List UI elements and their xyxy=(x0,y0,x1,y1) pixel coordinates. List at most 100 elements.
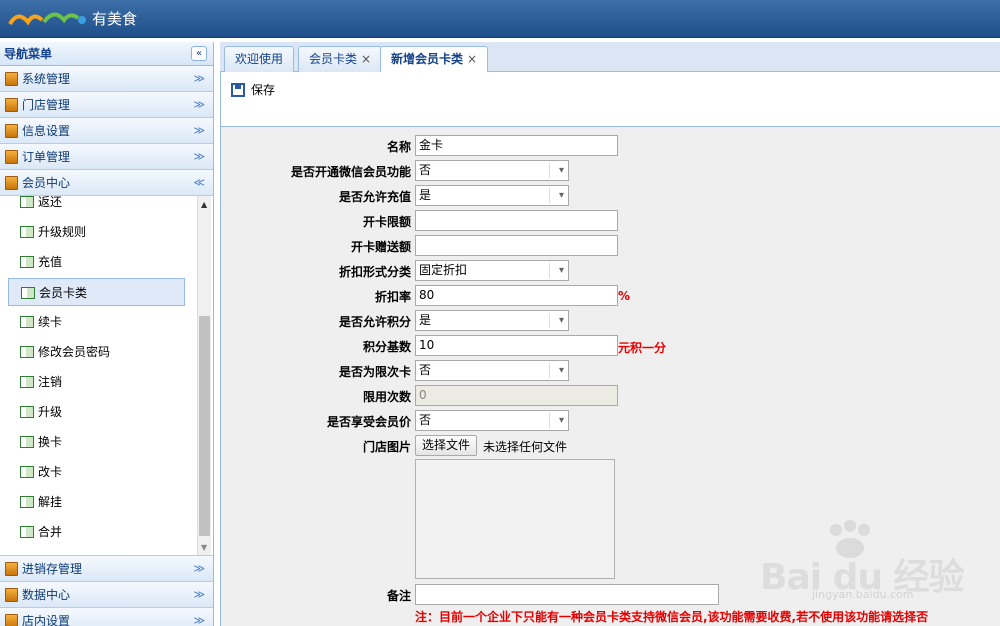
menu-group-inventory[interactable]: 进销存管理 ≫ xyxy=(0,556,213,582)
discount-type-select[interactable]: 固定折扣 ▾ xyxy=(415,260,569,281)
menu-group-system[interactable]: 系统管理 ≫ xyxy=(0,66,213,92)
collapse-chevron-icon[interactable]: ≪ xyxy=(193,170,205,196)
close-tab-icon[interactable]: × xyxy=(361,52,371,66)
page-icon xyxy=(20,376,34,388)
expand-chevron-icon[interactable]: ≫ xyxy=(193,66,205,92)
page-icon xyxy=(20,436,34,448)
sidebar-item-renew[interactable]: 续卡 xyxy=(8,308,185,336)
row-wechat: 是否开通微信会员功能 否 ▾ xyxy=(221,159,1000,183)
dropdown-arrow-icon: ▾ xyxy=(558,165,564,176)
tab-welcome[interactable]: 欢迎使用 xyxy=(224,46,295,72)
page-icon xyxy=(20,196,34,208)
row-discount-type: 折扣形式分类 固定折扣 ▾ xyxy=(221,259,1000,283)
expand-chevron-icon[interactable]: ≫ xyxy=(193,118,205,144)
choose-file-button[interactable]: 选择文件 xyxy=(415,435,478,456)
dropdown-arrow-icon: ▾ xyxy=(558,315,564,326)
tab-new-card-type[interactable]: 新增会员卡类 × xyxy=(380,46,489,73)
dropdown-arrow-icon: ▾ xyxy=(558,415,564,426)
save-disk-icon xyxy=(231,83,245,97)
open-limit-input[interactable] xyxy=(415,210,618,231)
name-input[interactable]: 金卡 xyxy=(415,135,618,156)
image-preview-box xyxy=(415,459,615,579)
page-icon xyxy=(20,316,34,328)
folder-icon xyxy=(5,614,18,626)
page-icon xyxy=(20,466,34,478)
wechat-member-select[interactable]: 否 ▾ xyxy=(415,160,569,181)
menu-group-member-center[interactable]: 会员中心 ≪ xyxy=(0,170,213,196)
page-icon xyxy=(20,226,34,238)
row-allow-recharge: 是否允许充值 是 ▾ xyxy=(221,184,1000,208)
sidebar-item-merge[interactable]: 合并 xyxy=(8,518,185,546)
sidebar-item-return[interactable]: 返还 xyxy=(8,196,185,216)
row-limited-times: 是否为限次卡 否 ▾ xyxy=(221,359,1000,383)
scroll-up-icon[interactable]: ▲ xyxy=(201,200,207,209)
sidebar-item-modify-card[interactable]: 改卡 xyxy=(8,458,185,486)
expand-chevron-icon[interactable]: ≫ xyxy=(193,582,205,608)
folder-icon xyxy=(5,562,18,576)
allow-recharge-select[interactable]: 是 ▾ xyxy=(415,185,569,206)
row-points-base: 积分基数 10 元积一分 xyxy=(221,334,1000,358)
limited-times-select[interactable]: 否 ▾ xyxy=(415,360,569,381)
page-icon xyxy=(20,256,34,268)
brand-logo xyxy=(8,12,86,26)
scrollbar-thumb[interactable] xyxy=(199,316,210,536)
member-price-select[interactable]: 否 ▾ xyxy=(415,410,569,431)
points-base-input[interactable]: 10 xyxy=(415,335,618,356)
sidebar-item-unfreeze[interactable]: 解挂 xyxy=(8,488,185,516)
menu-group-info[interactable]: 信息设置 ≫ xyxy=(0,118,213,144)
folder-icon xyxy=(5,150,18,164)
sidebar-item-card-types[interactable]: 会员卡类 xyxy=(8,278,185,306)
times-count-input: 0 xyxy=(415,385,618,406)
page-icon xyxy=(21,287,35,299)
row-member-price: 是否享受会员价 否 ▾ xyxy=(221,409,1000,433)
percent-suffix: % xyxy=(618,289,631,303)
close-tab-icon[interactable]: × xyxy=(467,52,477,66)
expand-chevron-icon[interactable]: ≫ xyxy=(193,144,205,170)
tab-card-types[interactable]: 会员卡类 × xyxy=(298,46,383,72)
menu-group-orders[interactable]: 订单管理 ≫ xyxy=(0,144,213,170)
member-center-submenu: 返还 升级规则 充值 会员卡类 续卡 修改会员密码 注销 升级 换卡 改卡 解挂… xyxy=(0,196,213,556)
baidu-watermark: Bai du 经验 jingyan.baidu.com xyxy=(760,520,990,601)
open-bonus-input[interactable] xyxy=(415,235,618,256)
remark-input[interactable] xyxy=(415,584,719,605)
folder-icon xyxy=(5,588,18,602)
allow-points-select[interactable]: 是 ▾ xyxy=(415,310,569,331)
sidebar-item-upgrade-rules[interactable]: 升级规则 xyxy=(8,218,185,246)
menu-group-store[interactable]: 门店管理 ≫ xyxy=(0,92,213,118)
watermark-url: jingyan.baidu.com xyxy=(812,588,914,601)
tab-strip: 欢迎使用 会员卡类 × 新增会员卡类 × xyxy=(220,42,1000,73)
sidebar-item-change-password[interactable]: 修改会员密码 xyxy=(8,338,185,366)
page-icon xyxy=(20,496,34,508)
brand-name: 有美食 xyxy=(92,10,138,28)
discount-rate-input[interactable]: 80 xyxy=(415,285,618,306)
row-open-limit: 开卡限额 xyxy=(221,209,1000,233)
form-toolbar: 保存 xyxy=(221,72,1000,127)
expand-chevron-icon[interactable]: ≫ xyxy=(193,92,205,118)
folder-icon xyxy=(5,124,18,138)
row-store-image: 门店图片 选择文件 未选择任何文件 xyxy=(221,434,1000,458)
menu-group-data-center[interactable]: 数据中心 ≫ xyxy=(0,582,213,608)
sidebar-item-recharge[interactable]: 充值 xyxy=(8,248,185,276)
row-open-bonus: 开卡赠送额 xyxy=(221,234,1000,258)
expand-chevron-icon[interactable]: ≫ xyxy=(193,608,205,626)
page-icon xyxy=(20,406,34,418)
points-unit-suffix: 元积一分 xyxy=(618,341,667,355)
top-header: 有美食 xyxy=(0,0,1000,38)
dropdown-arrow-icon: ▾ xyxy=(558,365,564,376)
row-allow-points: 是否允许积分 是 ▾ xyxy=(221,309,1000,333)
file-status: 未选择任何文件 xyxy=(483,440,568,454)
navigation-sidebar: 导航菜单 « 系统管理 ≫ 门店管理 ≫ 信息设置 ≫ 订单管理 ≫ 会员中心 … xyxy=(0,42,214,626)
save-button[interactable]: 保存 xyxy=(231,80,275,100)
sidebar-item-swap-card[interactable]: 换卡 xyxy=(8,428,185,456)
row-discount-rate: 折扣率 80 % xyxy=(221,284,1000,308)
collapse-sidebar-icon[interactable]: « xyxy=(191,46,207,61)
dropdown-arrow-icon: ▾ xyxy=(558,190,564,201)
sidebar-title: 导航菜单 « xyxy=(0,42,213,66)
folder-icon xyxy=(5,98,18,112)
menu-group-store-settings[interactable]: 店内设置 ≫ xyxy=(0,608,213,626)
submenu-scrollbar[interactable]: ▲ ▼ xyxy=(197,196,211,555)
sidebar-item-upgrade[interactable]: 升级 xyxy=(8,398,185,426)
expand-chevron-icon[interactable]: ≫ xyxy=(193,556,205,582)
sidebar-item-cancel[interactable]: 注销 xyxy=(8,368,185,396)
scroll-down-icon[interactable]: ▼ xyxy=(201,543,207,552)
